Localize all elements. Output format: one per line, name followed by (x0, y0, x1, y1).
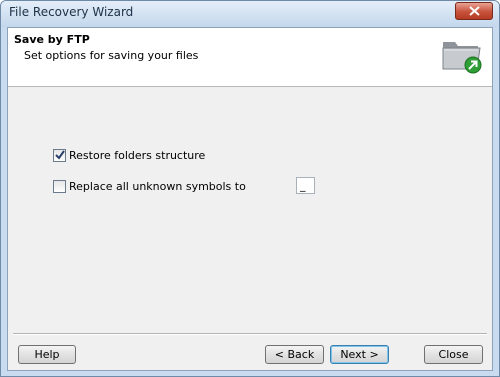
wizard-client-area: Save by FTP Set options for saving your … (7, 27, 493, 371)
title-bar[interactable]: File Recovery Wizard (1, 1, 499, 27)
help-button[interactable]: Help (18, 345, 76, 364)
folder-export-icon (442, 42, 482, 74)
replacement-symbol-input[interactable]: _ (296, 177, 315, 194)
window-close-button[interactable] (455, 2, 493, 20)
replace-unknown-option[interactable]: Replace all unknown symbols to (53, 178, 246, 194)
restore-folders-label: Restore folders structure (69, 148, 206, 162)
wizard-header: Save by FTP Set options for saving your … (8, 28, 492, 87)
replace-unknown-label: Replace all unknown symbols to (69, 179, 246, 193)
next-button[interactable]: Next > (330, 345, 389, 364)
back-button[interactable]: < Back (265, 345, 324, 364)
window-title: File Recovery Wizard (9, 5, 134, 19)
close-icon (469, 6, 480, 16)
page-subtitle: Set options for saving your files (24, 49, 199, 62)
close-button[interactable]: Close (424, 345, 483, 364)
wizard-window: File Recovery Wizard Save by FTP Set opt… (0, 0, 500, 377)
restore-folders-checkbox[interactable] (53, 148, 66, 162)
replace-unknown-checkbox[interactable] (53, 179, 66, 193)
checkmark-icon (55, 149, 65, 160)
page-title: Save by FTP (14, 33, 90, 46)
footer-divider (13, 333, 487, 335)
restore-folders-option[interactable]: Restore folders structure (53, 147, 205, 163)
